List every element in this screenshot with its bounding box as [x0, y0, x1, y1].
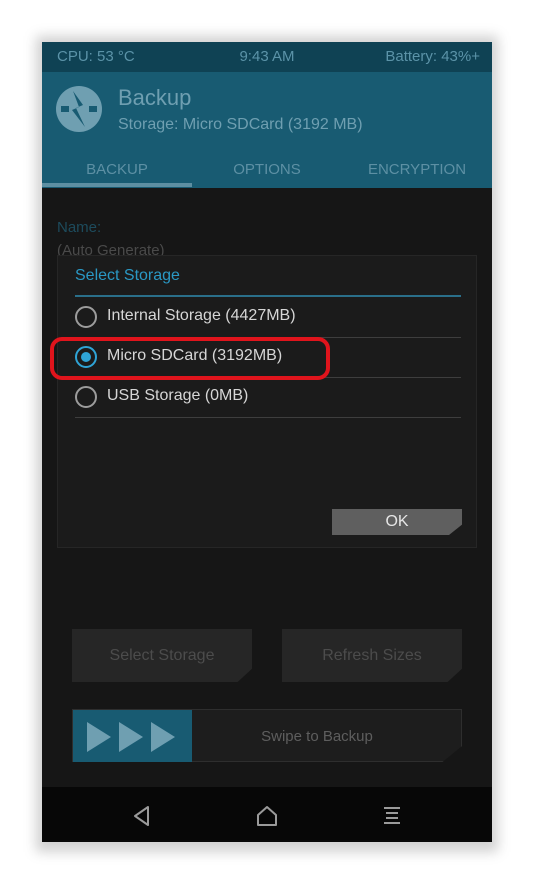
device-screen: CPU: 53 °C 9:43 AM Battery: 43%+ Backup …	[42, 42, 492, 842]
select-storage-dialog: Select Storage Internal Storage (4427MB)…	[57, 255, 477, 548]
storage-option-internal[interactable]: Internal Storage (4427MB)	[75, 298, 461, 338]
storage-option-label: USB Storage (0MB)	[107, 387, 249, 404]
menu-icon[interactable]	[380, 804, 404, 828]
swipe-label: Swipe to Backup	[261, 728, 373, 745]
storage-option-label: Internal Storage (4427MB)	[107, 307, 296, 324]
selection-highlight	[50, 337, 330, 380]
swipe-handle[interactable]	[73, 710, 192, 762]
storage-option-usb[interactable]: USB Storage (0MB)	[75, 378, 461, 418]
active-tab-indicator	[42, 183, 192, 187]
status-bar: CPU: 53 °C 9:43 AM Battery: 43%+	[42, 42, 492, 72]
dialog-divider	[75, 295, 461, 297]
tab-encryption[interactable]: ENCRYPTION	[342, 156, 492, 188]
page-title: Backup	[118, 85, 192, 110]
divider	[75, 417, 461, 418]
storage-subtitle: Storage: Micro SDCard (3192 MB)	[118, 116, 363, 133]
swipe-to-backup-slider[interactable]: Swipe to Backup	[72, 709, 462, 762]
refresh-sizes-button[interactable]: Refresh Sizes	[282, 629, 462, 682]
triple-arrow-icon	[87, 722, 175, 752]
battery-status: Battery: 43%+	[385, 48, 480, 65]
home-icon[interactable]	[255, 804, 279, 828]
header: Backup Storage: Micro SDCard (3192 MB) B…	[42, 72, 492, 188]
radio-button[interactable]	[75, 306, 97, 328]
radio-button[interactable]	[75, 386, 97, 408]
dialog-title: Select Storage	[75, 267, 180, 284]
ok-button[interactable]: OK	[332, 509, 462, 535]
back-icon[interactable]	[130, 804, 154, 828]
select-storage-button[interactable]: Select Storage	[72, 629, 252, 682]
twrp-logo-icon	[56, 86, 102, 132]
tab-options[interactable]: OPTIONS	[192, 156, 342, 188]
backup-name-label: Name:	[57, 219, 102, 236]
navigation-bar	[42, 787, 492, 842]
